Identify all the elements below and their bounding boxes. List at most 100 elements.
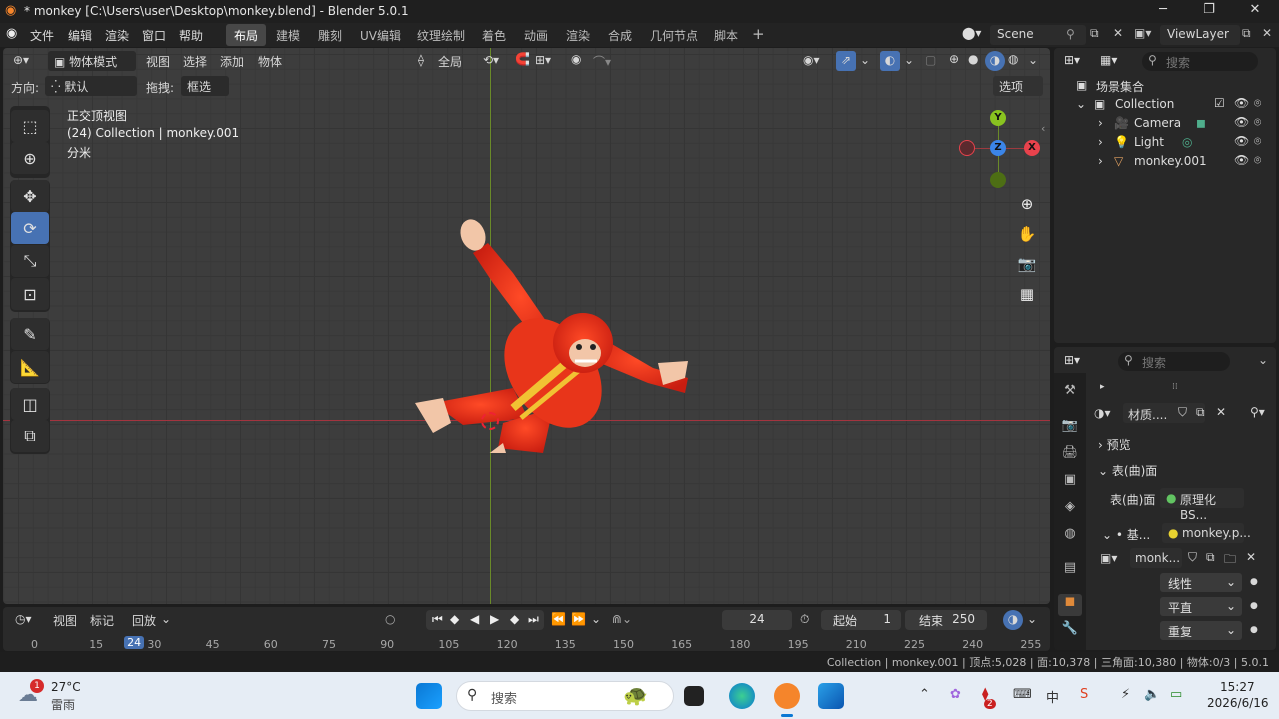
extension-dropdown[interactable]: 重复 ⌄ [1160,621,1242,640]
gizmo-x-dot[interactable]: X [1024,140,1040,156]
blender-taskbar-icon[interactable] [774,683,800,709]
volume-icon[interactable]: 🔈 [1144,687,1160,702]
scale-tool-icon[interactable]: ⤡ [11,245,49,277]
properties-search-input[interactable]: ⚲ 搜索 [1118,352,1230,371]
chevron-down-icon[interactable]: ⌄ [1027,612,1037,626]
start-menu-icon[interactable] [416,683,442,709]
scene-tab-icon[interactable]: ◈ [1058,499,1082,521]
gizmo-toggle-icon[interactable]: ⇗ [836,51,856,71]
chevron-down-icon[interactable]: ⌄ [1258,353,1268,367]
monkey-model[interactable] [403,213,703,453]
edge-browser-icon[interactable] [729,683,755,709]
mode-selector[interactable]: ▣ 物体模式 ⌄ [48,51,136,84]
surface-panel-header[interactable]: ⌄ 表(曲)面 [1098,462,1157,479]
chevron-down-icon[interactable]: ⌄ [904,53,914,67]
new-scene-icon[interactable]: ⧉ [1090,26,1099,41]
visibility-icon[interactable]: ◉▾ [803,53,820,67]
new-viewlayer-icon[interactable]: ⧉ [1242,26,1251,41]
chevron-down-icon[interactable]: ⌄ [1028,53,1038,67]
select-box-tool-icon[interactable]: ⬚ [11,110,49,142]
timeline-menu-view[interactable]: 视图 [53,612,77,629]
options-dropdown[interactable]: 选项 [993,76,1043,96]
delete-scene-icon[interactable]: ✕ [1113,26,1123,40]
interpolation-dropdown[interactable]: 线性 ⌄ [1160,573,1242,592]
tab-geometry-nodes[interactable]: 几何节点 [642,24,706,46]
drag-selector[interactable]: 框选 [181,76,229,96]
zoom-icon[interactable]: ⊕ [1013,190,1041,218]
camera-render-icon[interactable]: ⌾ [1254,96,1261,111]
network-icon[interactable]: ⚡ [1121,687,1130,702]
duplicate-icon[interactable]: ⧉ [1196,405,1205,420]
tray-overflow-icon[interactable]: ⌃ [919,687,930,702]
chevron-right-icon[interactable]: › [1098,116,1103,130]
play-reverse-icon[interactable]: ◀ [470,612,479,626]
chevron-right-icon[interactable]: › [1098,135,1103,149]
eye-icon[interactable]: 👁 [1234,96,1249,110]
auto-keying-icon[interactable]: ○ [385,612,395,626]
menu-file[interactable]: 文件 [30,27,54,44]
output-tab-icon[interactable]: 🖨 [1058,445,1082,467]
chevron-right-icon[interactable]: ▸ [1100,382,1105,392]
snap-timeline-icon[interactable]: ⋒⌄ [612,612,632,626]
keyboard-icon[interactable]: ⌨ [1013,687,1032,702]
rendered-shading-icon[interactable]: ◍ [1008,52,1018,66]
close-button[interactable]: ✕ [1232,2,1278,22]
gizmo-neg-x-dot[interactable] [959,140,975,156]
navigation-gizmo[interactable]: Y X Z [959,110,1040,190]
measure-tool-icon[interactable]: 📐 [11,351,49,383]
menu-edit[interactable]: 编辑 [68,27,92,44]
scene-icon[interactable]: ⬤▾ [962,26,981,40]
task-view-icon[interactable] [684,686,704,706]
photos-app-icon[interactable] [818,683,844,709]
transform-orientation-icon[interactable]: ⟠ [418,53,424,67]
outliner-editor-icon[interactable]: ⊞▾ [1064,53,1080,67]
3d-viewport[interactable]: ⊕▾ ▣ 物体模式 ⌄ 视图 选择 添加 物体 ⟠ 全局 ⟲▾ 🧲 ⊞▾ ◉ ⌒… [3,48,1050,604]
play-icon[interactable]: ▶ [490,612,499,626]
delete-viewlayer-icon[interactable]: ✕ [1262,26,1272,40]
view-layer-tab-icon[interactable]: ▣ [1058,472,1082,494]
scene-collection-row[interactable]: ▣ 场景集合 [1054,76,1276,95]
next-frame-icon[interactable]: ⏩ [571,612,586,626]
gizmo-neg-y-dot[interactable] [990,172,1006,188]
maximize-button[interactable]: ❐ [1186,2,1232,22]
modifier-tab-icon[interactable]: 🔧 [1058,621,1082,643]
tab-animation[interactable]: 动画 [516,24,556,46]
current-frame-field[interactable]: 24 [722,610,792,630]
proportional-edit-icon[interactable]: ◉ [571,52,581,66]
image-icon[interactable]: ▣▾ [1100,551,1117,565]
camera-render-icon[interactable]: ⌾ [1254,134,1261,149]
camera-render-icon[interactable]: ⌾ [1254,153,1261,168]
viewlayer-icon[interactable]: ▣▾ [1134,26,1151,40]
chevron-right-icon[interactable]: › [1098,154,1103,168]
chevron-down-icon[interactable]: ⌄ [591,612,601,626]
end-frame-field[interactable]: 结束 250 [905,610,987,630]
editor-type-icon[interactable]: ⊕▾ [13,53,29,67]
outliner-item-camera[interactable]: › 🎥 Camera ◼ 👁 ⌾ [1054,114,1276,133]
menu-object[interactable]: 物体 [258,53,282,70]
ime-indicator[interactable]: 中 [1046,687,1059,706]
tab-texture-paint[interactable]: 纹理绘制 [409,24,473,46]
tab-compositing[interactable]: 合成 [600,24,640,46]
outliner[interactable]: ⊞▾ ▦▾ ⚲ 搜索 ▣ 场景集合 ⌄ ▣ Collection ☑ 👁 ⌾ ›… [1054,48,1276,343]
start-frame-field[interactable]: 起始 1 [821,610,901,630]
checkbox-icon[interactable]: ☑ [1214,96,1225,110]
properties-editor[interactable]: ⊞▾ ⚲ 搜索 ⌄ ⚒ 📷 🖨 ▣ ◈ ◍ ▤ ◼ 🔧 ▸ ⁞⁞ ◑▾ 材质..… [1054,347,1276,650]
transform-origin-tool-icon[interactable]: ⧉ [11,420,49,452]
menu-render[interactable]: 渲染 [105,27,129,44]
prev-frame-icon[interactable]: ⏪ [551,612,566,626]
fake-user-icon[interactable]: ⛉ [1188,550,1197,565]
eye-icon[interactable]: 👁 [1234,115,1249,129]
playback-dropdown[interactable]: 回放 [132,612,156,629]
menu-window[interactable]: 窗口 [142,27,166,44]
stopwatch-icon[interactable]: ⏱ [800,612,809,627]
wireframe-shading-icon[interactable]: ⊕ [949,52,959,66]
transform-tool-icon[interactable]: ⊡ [11,278,49,310]
open-folder-icon[interactable]: 🗀 [1224,550,1236,571]
tool-tab-icon[interactable]: ⚒ [1058,383,1082,405]
world-tab-icon[interactable]: ◍ [1058,526,1082,548]
pin-icon[interactable]: ⚲ [1066,27,1075,41]
tab-modeling[interactable]: 建模 [268,24,308,46]
fake-user-icon[interactable]: ⛉ [1178,405,1187,420]
object-tab-icon[interactable]: ◼ [1058,594,1082,616]
projection-dropdown[interactable]: 平直 ⌄ [1160,597,1242,616]
